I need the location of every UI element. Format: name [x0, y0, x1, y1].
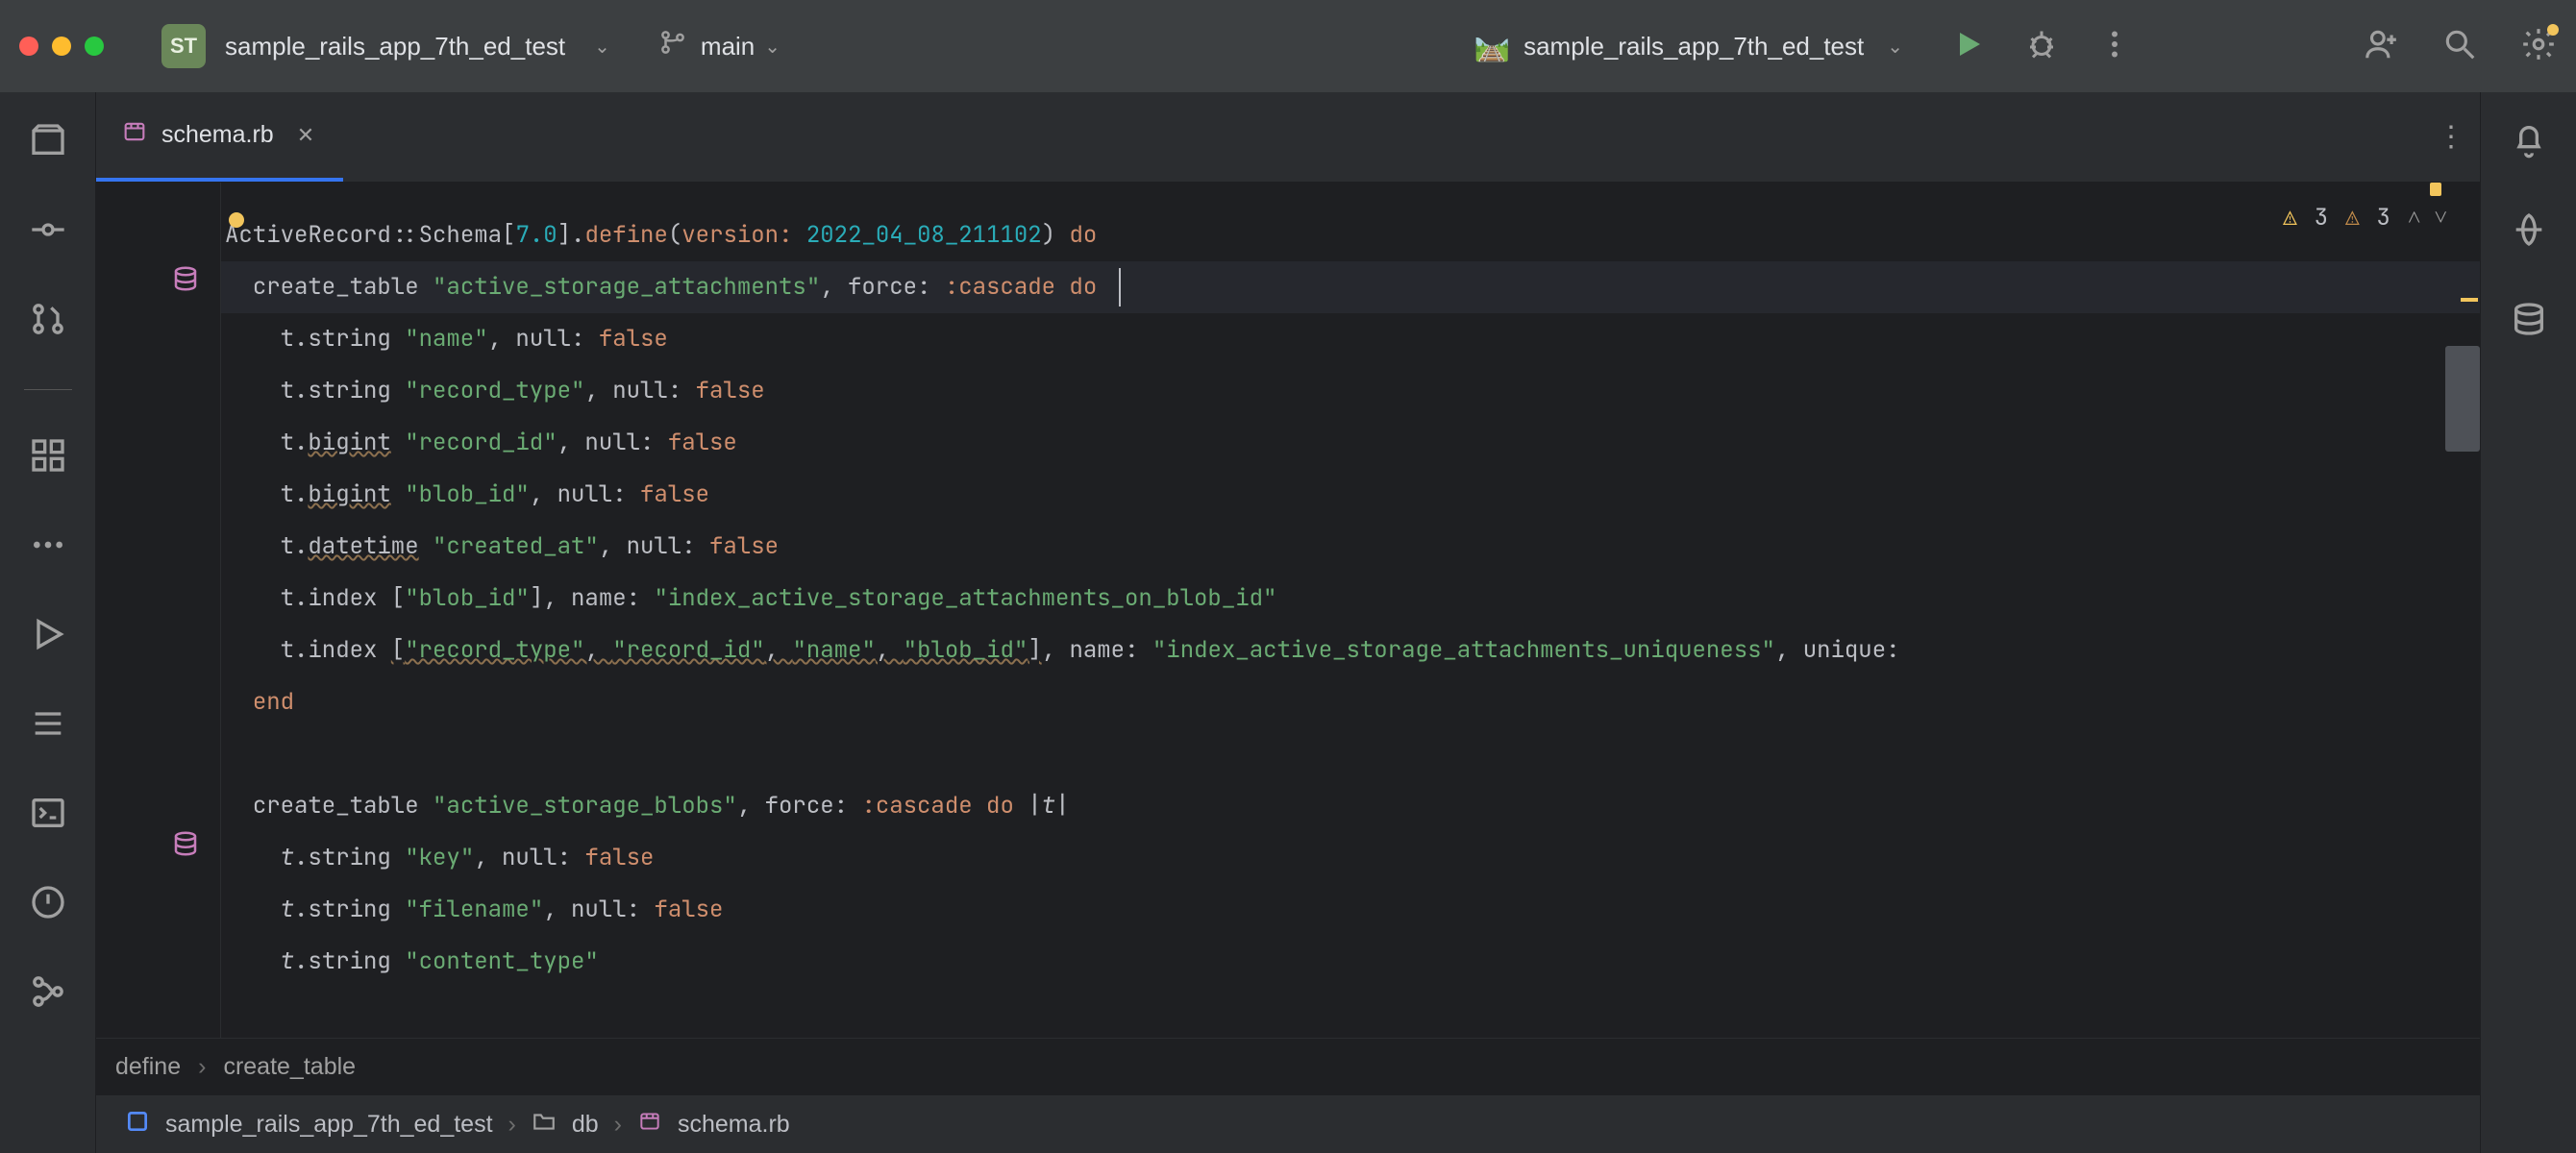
git-branch-widget[interactable]: main ⌄	[658, 28, 780, 64]
run-tool-icon[interactable]	[29, 615, 67, 658]
chevron-down-icon[interactable]: ⌄	[1887, 35, 1903, 59]
terminal-tool-icon[interactable]	[29, 794, 67, 837]
code-line[interactable]: t.string "name", null: false	[221, 313, 2480, 365]
window-controls	[19, 37, 104, 56]
more-tools-icon[interactable]	[29, 526, 67, 569]
warning-count: 3	[2315, 192, 2328, 244]
editor-breadcrumb: define › create_table	[96, 1038, 2480, 1095]
nav-separator: ›	[508, 1111, 516, 1139]
editor-column: schema.rb ✕ ⋮ ⚠ 3 ⚠ 3 ˄	[96, 92, 2480, 1153]
nav-separator: ›	[614, 1111, 622, 1139]
chevron-down-icon[interactable]: ⌄	[764, 35, 780, 59]
gutter-db-icon[interactable]	[168, 826, 203, 861]
more-actions-icon[interactable]	[2097, 27, 2132, 66]
nav-folder[interactable]: db	[572, 1111, 599, 1139]
code-line[interactable]: t.index ["blob_id"], name: "index_active…	[221, 573, 2480, 625]
settings-icon[interactable]	[2520, 26, 2557, 67]
tab-close-icon[interactable]: ✕	[297, 123, 314, 148]
gutter-db-icon[interactable]	[168, 261, 203, 296]
scrollbar-thumb[interactable]	[2445, 346, 2480, 452]
breadcrumb-separator: ›	[198, 1053, 206, 1081]
tab-filename: schema.rb	[161, 121, 274, 149]
database-tool-icon[interactable]	[2510, 300, 2548, 343]
commit-tool-icon[interactable]	[29, 210, 67, 254]
run-toolbar	[1951, 27, 2132, 66]
branch-name: main	[701, 32, 755, 61]
code-area[interactable]: ⚠ 3 ⚠ 3 ˄ ˅ ActiveRecord::Schema[7.0].de…	[221, 183, 2480, 1038]
code-line[interactable]: t.index ["record_type", "record_id", "na…	[221, 625, 2480, 676]
breadcrumb-item[interactable]: define	[115, 1053, 181, 1081]
branch-icon	[658, 28, 687, 64]
ai-assistant-icon[interactable]	[2510, 210, 2548, 254]
code-line-active[interactable]: create_table "active_storage_attachments…	[221, 261, 2480, 313]
window-minimize[interactable]	[52, 37, 71, 56]
breadcrumb-item[interactable]: create_table	[223, 1053, 356, 1081]
editor-tab-bar: schema.rb ✕ ⋮	[96, 92, 2480, 183]
search-icon[interactable]	[2441, 26, 2478, 67]
code-editor[interactable]: ⚠ 3 ⚠ 3 ˄ ˅ ActiveRecord::Schema[7.0].de…	[96, 183, 2480, 1038]
weak-warning-count: 3	[2377, 192, 2390, 244]
text-cursor	[1119, 268, 1121, 307]
structure-tool-icon[interactable]	[29, 436, 67, 479]
code-with-me-icon[interactable]	[2363, 26, 2399, 67]
problems-tool-icon[interactable]	[29, 883, 67, 926]
code-line[interactable]: end	[221, 676, 2480, 728]
right-tool-sidebar	[2480, 92, 2576, 1153]
project-icon: ST	[161, 24, 206, 68]
chevron-down-icon[interactable]: ⌄	[594, 35, 610, 59]
navigation-bar: sample_rails_app_7th_ed_test › db › sche…	[96, 1095, 2480, 1153]
inspection-nav: ˄ ˅	[2408, 192, 2447, 244]
notifications-icon[interactable]	[2510, 121, 2548, 164]
scrollbar-warning-mark	[2461, 298, 2478, 302]
pull-request-icon[interactable]	[29, 300, 67, 343]
code-line[interactable]	[221, 728, 2480, 780]
rails-icon: 🛤️	[1474, 30, 1510, 63]
code-line[interactable]: t.string "content_type"	[221, 936, 2480, 988]
folder-icon	[532, 1109, 557, 1141]
code-line[interactable]: ActiveRecord::Schema[7.0].define(version…	[221, 209, 2480, 261]
editor-tab[interactable]: schema.rb ✕	[96, 92, 343, 182]
code-line[interactable]: t.bigint "record_id", null: false	[221, 417, 2480, 469]
main-area: schema.rb ✕ ⋮ ⚠ 3 ⚠ 3 ˄	[0, 92, 2576, 1153]
titlebar-right-icons	[2363, 26, 2557, 67]
project-tool-icon[interactable]	[29, 121, 67, 164]
vcs-tool-icon[interactable]	[29, 972, 67, 1016]
window-maximize[interactable]	[85, 37, 104, 56]
inspection-widget[interactable]: ⚠ 3 ⚠ 3 ˄ ˅	[2283, 192, 2447, 244]
editor-scrollbar[interactable]	[2445, 183, 2480, 1038]
debug-button[interactable]	[2024, 27, 2059, 66]
code-line[interactable]: t.string "key", null: false	[221, 832, 2480, 884]
nav-file[interactable]: schema.rb	[678, 1111, 790, 1139]
prev-highlight-icon[interactable]: ˄	[2408, 192, 2421, 244]
nav-project[interactable]: sample_rails_app_7th_ed_test	[165, 1111, 493, 1139]
code-line[interactable]: t.string "record_type", null: false	[221, 365, 2480, 417]
window-close[interactable]	[19, 37, 38, 56]
todo-tool-icon[interactable]	[29, 704, 67, 748]
run-config-name: sample_rails_app_7th_ed_test	[1523, 32, 1864, 61]
warning-icon: ⚠	[2283, 192, 2296, 244]
ruby-file-icon	[121, 118, 148, 153]
weak-warning-icon: ⚠	[2345, 192, 2359, 244]
code-line[interactable]: create_table "active_storage_blobs", for…	[221, 780, 2480, 832]
code-line[interactable]: t.bigint "blob_id", null: false	[221, 469, 2480, 521]
module-icon	[125, 1109, 150, 1141]
left-tool-sidebar	[0, 92, 96, 1153]
ruby-file-icon	[637, 1109, 662, 1141]
project-name[interactable]: sample_rails_app_7th_ed_test	[225, 32, 565, 61]
gutter	[96, 183, 221, 1038]
sidebar-divider	[24, 389, 72, 390]
run-configuration[interactable]: 🛤️ sample_rails_app_7th_ed_test ⌄	[1474, 30, 1903, 63]
run-button[interactable]	[1951, 27, 1986, 66]
code-line[interactable]: t.datetime "created_at", null: false	[221, 521, 2480, 573]
titlebar: ST sample_rails_app_7th_ed_test ⌄ main ⌄…	[0, 0, 2576, 92]
code-line[interactable]: t.string "filename", null: false	[221, 884, 2480, 936]
tab-bar-more-icon[interactable]: ⋮	[2422, 92, 2480, 182]
